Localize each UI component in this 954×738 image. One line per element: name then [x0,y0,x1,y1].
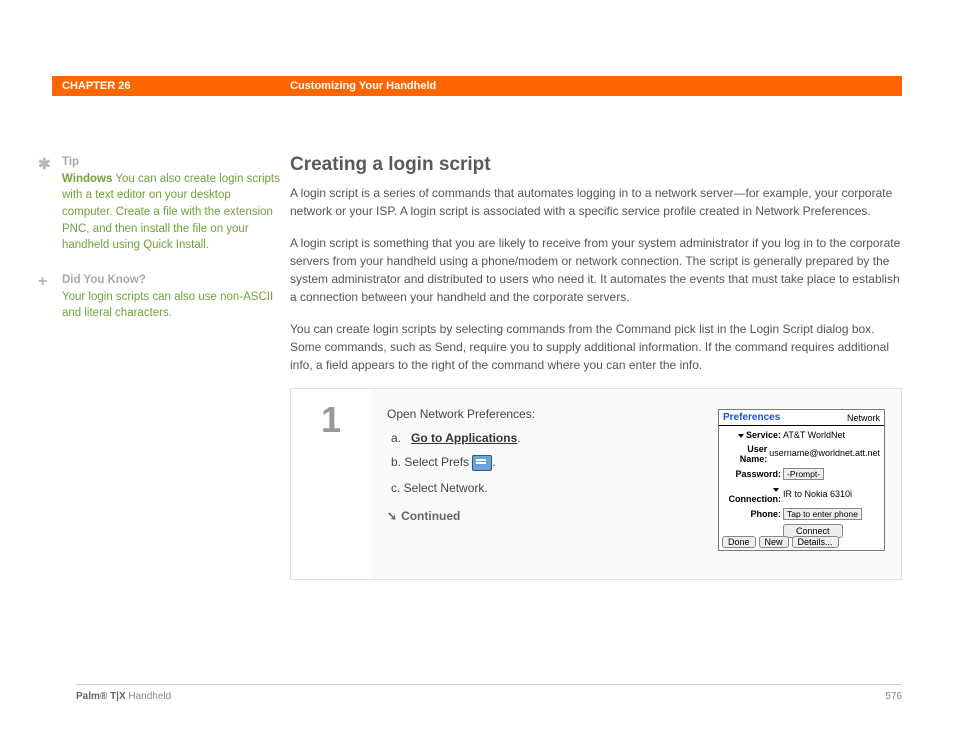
ss-corner: Network [847,413,880,423]
product-name: Palm® T|X Handheld [76,691,171,702]
sidebar: ✱ Tip Windows You can also create login … [52,154,284,580]
ss-connection: IR to Nokia 6310i [783,489,880,499]
prefs-icon [472,455,492,471]
step-c: c. Select Network. [391,481,712,495]
page-number: 576 [885,691,902,702]
chapter-title: Customizing Your Handheld [290,80,902,92]
step-intro: Open Network Preferences: [387,407,712,421]
step-instructions: Open Network Preferences: a. Go to Appli… [387,407,712,569]
paragraph-2: A login script is something that you are… [290,234,902,306]
page-footer: Palm® T|X Handheld 576 [76,684,902,702]
ss-new-button: New [759,536,789,548]
plus-icon: + [38,270,47,293]
step-1-box: 1 Open Network Preferences: a. Go to App… [290,388,902,580]
ss-title: Preferences [723,412,780,423]
dyk-text: Your login scripts can also use non-ASCI… [62,289,284,322]
tip-block: ✱ Tip Windows You can also create login … [52,154,284,254]
ss-password: -Prompt- [783,468,824,480]
preferences-screenshot: Preferences Network Service: AT&T WorldN… [718,409,885,551]
ss-done-button: Done [722,536,756,548]
step-b: b. Select Prefs . [391,455,712,471]
chapter-header: CHAPTER 26 Customizing Your Handheld [52,76,902,96]
dropdown-icon [738,434,744,438]
dropdown-icon [773,488,779,492]
ss-phone: Tap to enter phone [783,508,862,520]
tip-lead: Windows [62,173,112,185]
paragraph-3: You can create login scripts by selectin… [290,320,902,374]
ss-service: AT&T WorldNet [783,430,880,440]
step-number-column: 1 [291,389,371,579]
ss-details-button: Details... [792,536,839,548]
dyk-block: + Did You Know? Your login scripts can a… [52,272,284,322]
ss-username: username@worldnet.att.net [769,449,880,459]
continued-arrow-icon: ➘ [387,509,397,523]
continued-label: ➘Continued [387,509,712,523]
tip-head: Tip [62,156,79,168]
step-number: 1 [321,399,341,441]
section-title: Creating a login script [290,154,902,176]
main-content: Creating a login script A login script i… [284,154,902,580]
asterisk-icon: ✱ [38,154,51,176]
chapter-label: CHAPTER 26 [62,80,290,92]
step-a: a. Go to Applications. [391,431,712,445]
go-to-applications-link[interactable]: Go to Applications [411,431,517,445]
tip-text: Windows You can also create login script… [62,171,284,254]
dyk-head: Did You Know? [62,274,146,286]
paragraph-1: A login script is a series of commands t… [290,184,902,220]
